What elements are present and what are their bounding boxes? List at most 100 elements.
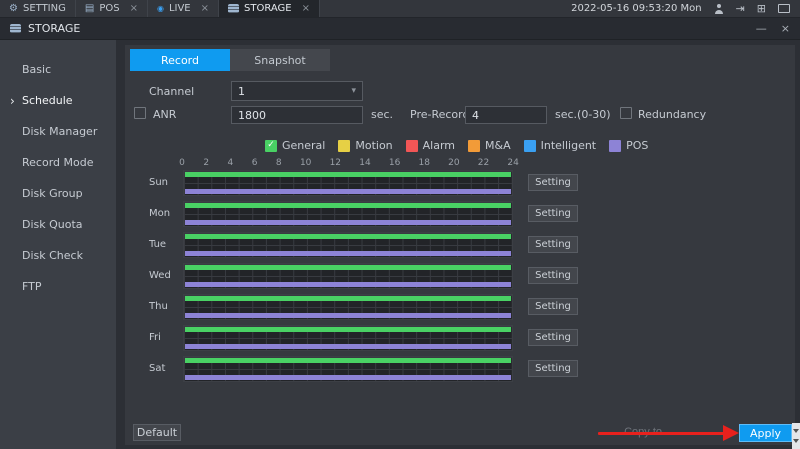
storage-disk-icon xyxy=(228,4,239,13)
close-icon[interactable]: × xyxy=(302,4,310,14)
legend-alarm: Alarm xyxy=(406,139,455,152)
topbar-right: 2022-05-16 09:53:20 Mon ⇥ ⊞ xyxy=(571,0,800,17)
pos-record-bar xyxy=(185,251,511,256)
logout-icon[interactable]: ⇥ xyxy=(736,3,745,14)
time-tick: 12 xyxy=(330,158,341,168)
motion-checkbox[interactable] xyxy=(338,140,350,152)
pos-record-bar xyxy=(185,282,511,287)
pos-record-bar xyxy=(185,344,511,349)
general-record-bar xyxy=(185,172,511,177)
day-label: Sat xyxy=(149,363,183,374)
pos-record-bar xyxy=(185,313,511,318)
ma-checkbox[interactable] xyxy=(468,140,480,152)
vertical-scrollbar[interactable] xyxy=(792,423,800,449)
alarm-checkbox[interactable] xyxy=(406,140,418,152)
tab-live[interactable]: ◉ LIVE × xyxy=(148,0,219,17)
setting-button-sat[interactable]: Setting xyxy=(528,360,578,377)
sidebar-item-disk-manager[interactable]: Disk Manager xyxy=(0,116,116,147)
legend-pos: POS xyxy=(609,139,648,152)
annotation-arrow-line xyxy=(598,432,724,435)
sidebar-item-label: Schedule xyxy=(22,94,73,107)
close-icon[interactable]: × xyxy=(130,4,138,14)
pre-record-input[interactable] xyxy=(465,106,547,124)
apps-grid-icon[interactable]: ⊞ xyxy=(757,3,766,14)
timeline-mon[interactable] xyxy=(183,201,513,227)
record-type-legend: ✓ General Motion Alarm M&A xyxy=(265,139,648,152)
legend-label: Intelligent xyxy=(541,139,597,152)
minimize-icon[interactable]: — xyxy=(756,23,767,34)
time-tick: 10 xyxy=(300,158,311,168)
time-tick: 6 xyxy=(252,158,258,168)
setting-button-thu[interactable]: Setting xyxy=(528,298,578,315)
time-tick: 14 xyxy=(359,158,370,168)
scroll-down-icon[interactable] xyxy=(793,439,799,443)
tab-setting-label: SETTING xyxy=(23,3,66,14)
anr-input[interactable] xyxy=(231,106,363,124)
display-icon[interactable] xyxy=(778,4,790,13)
tab-setting[interactable]: ⚙ SETTING xyxy=(0,0,76,17)
legend-general: ✓ General xyxy=(265,139,325,152)
legend-label: General xyxy=(282,139,325,152)
sidebar-item-label: Disk Manager xyxy=(22,125,97,138)
sidebar-item-disk-quota[interactable]: Disk Quota xyxy=(0,209,116,240)
sidebar-item-disk-check[interactable]: Disk Check xyxy=(0,240,116,271)
general-record-bar xyxy=(185,327,511,332)
channel-select[interactable]: 1 ▾ xyxy=(231,81,363,101)
sidebar-item-label: Disk Check xyxy=(22,249,83,262)
timeline-sun[interactable] xyxy=(183,170,513,196)
default-button[interactable]: Default xyxy=(133,424,181,441)
sidebar-item-label: Disk Quota xyxy=(22,218,83,231)
general-record-bar xyxy=(185,265,511,270)
timeline-thu[interactable] xyxy=(183,294,513,320)
schedule-row-sun: Sun Setting xyxy=(125,169,578,196)
general-checkbox[interactable]: ✓ xyxy=(265,140,277,152)
close-icon[interactable]: × xyxy=(781,23,790,34)
tab-record[interactable]: Record xyxy=(130,49,230,71)
sidebar-item-ftp[interactable]: FTP xyxy=(0,271,116,302)
pos-record-bar xyxy=(185,189,511,194)
time-tick: 20 xyxy=(448,158,459,168)
sidebar-item-disk-group[interactable]: Disk Group xyxy=(0,178,116,209)
pre-record-label: Pre-Record xyxy=(410,108,469,121)
setting-button-sun[interactable]: Setting xyxy=(528,174,578,191)
schedule-panel: Record Snapshot Channel 1 ▾ ANR sec. Pre… xyxy=(125,45,795,445)
day-label: Fri xyxy=(149,332,183,343)
timeline-sat[interactable] xyxy=(183,356,513,382)
sidebar-item-record-mode[interactable]: Record Mode xyxy=(0,147,116,178)
apply-button[interactable]: Apply xyxy=(739,424,792,442)
time-tick: 0 xyxy=(179,158,185,168)
timeline-tue[interactable] xyxy=(183,232,513,258)
sidebar-item-basic[interactable]: Basic xyxy=(0,54,116,85)
anr-checkbox[interactable] xyxy=(134,107,146,119)
setting-button-wed[interactable]: Setting xyxy=(528,267,578,284)
storage-title-bar: STORAGE — × xyxy=(0,18,800,40)
general-record-bar xyxy=(185,234,511,239)
record-snapshot-tabs: Record Snapshot xyxy=(125,45,795,71)
intelligent-checkbox[interactable] xyxy=(524,140,536,152)
setting-button-fri[interactable]: Setting xyxy=(528,329,578,346)
sidebar-item-label: Record Mode xyxy=(22,156,93,169)
check-icon: ✓ xyxy=(267,141,275,150)
pos-checkbox[interactable] xyxy=(609,140,621,152)
legend-label: Alarm xyxy=(423,139,455,152)
tab-pos[interactable]: ▤ POS × xyxy=(76,0,148,17)
annotation-arrow-head xyxy=(723,425,739,441)
setting-button-mon[interactable]: Setting xyxy=(528,205,578,222)
close-icon[interactable]: × xyxy=(201,4,209,14)
setting-button-tue[interactable]: Setting xyxy=(528,236,578,253)
timeline-fri[interactable] xyxy=(183,325,513,351)
tab-pos-label: POS xyxy=(99,3,119,14)
general-record-bar xyxy=(185,358,511,363)
timeline-wed[interactable] xyxy=(183,263,513,289)
scroll-down-icon[interactable] xyxy=(793,429,799,433)
user-icon[interactable] xyxy=(714,4,724,14)
pos-record-bar xyxy=(185,375,511,380)
day-label: Mon xyxy=(149,208,183,219)
tab-snapshot[interactable]: Snapshot xyxy=(230,49,330,71)
day-label: Thu xyxy=(149,301,183,312)
redundancy-checkbox[interactable] xyxy=(620,107,632,119)
legend-intelligent: Intelligent xyxy=(524,139,597,152)
window-controls: — × xyxy=(756,23,790,34)
sidebar-item-schedule[interactable]: › Schedule xyxy=(0,85,116,116)
tab-storage[interactable]: STORAGE × xyxy=(219,0,320,17)
